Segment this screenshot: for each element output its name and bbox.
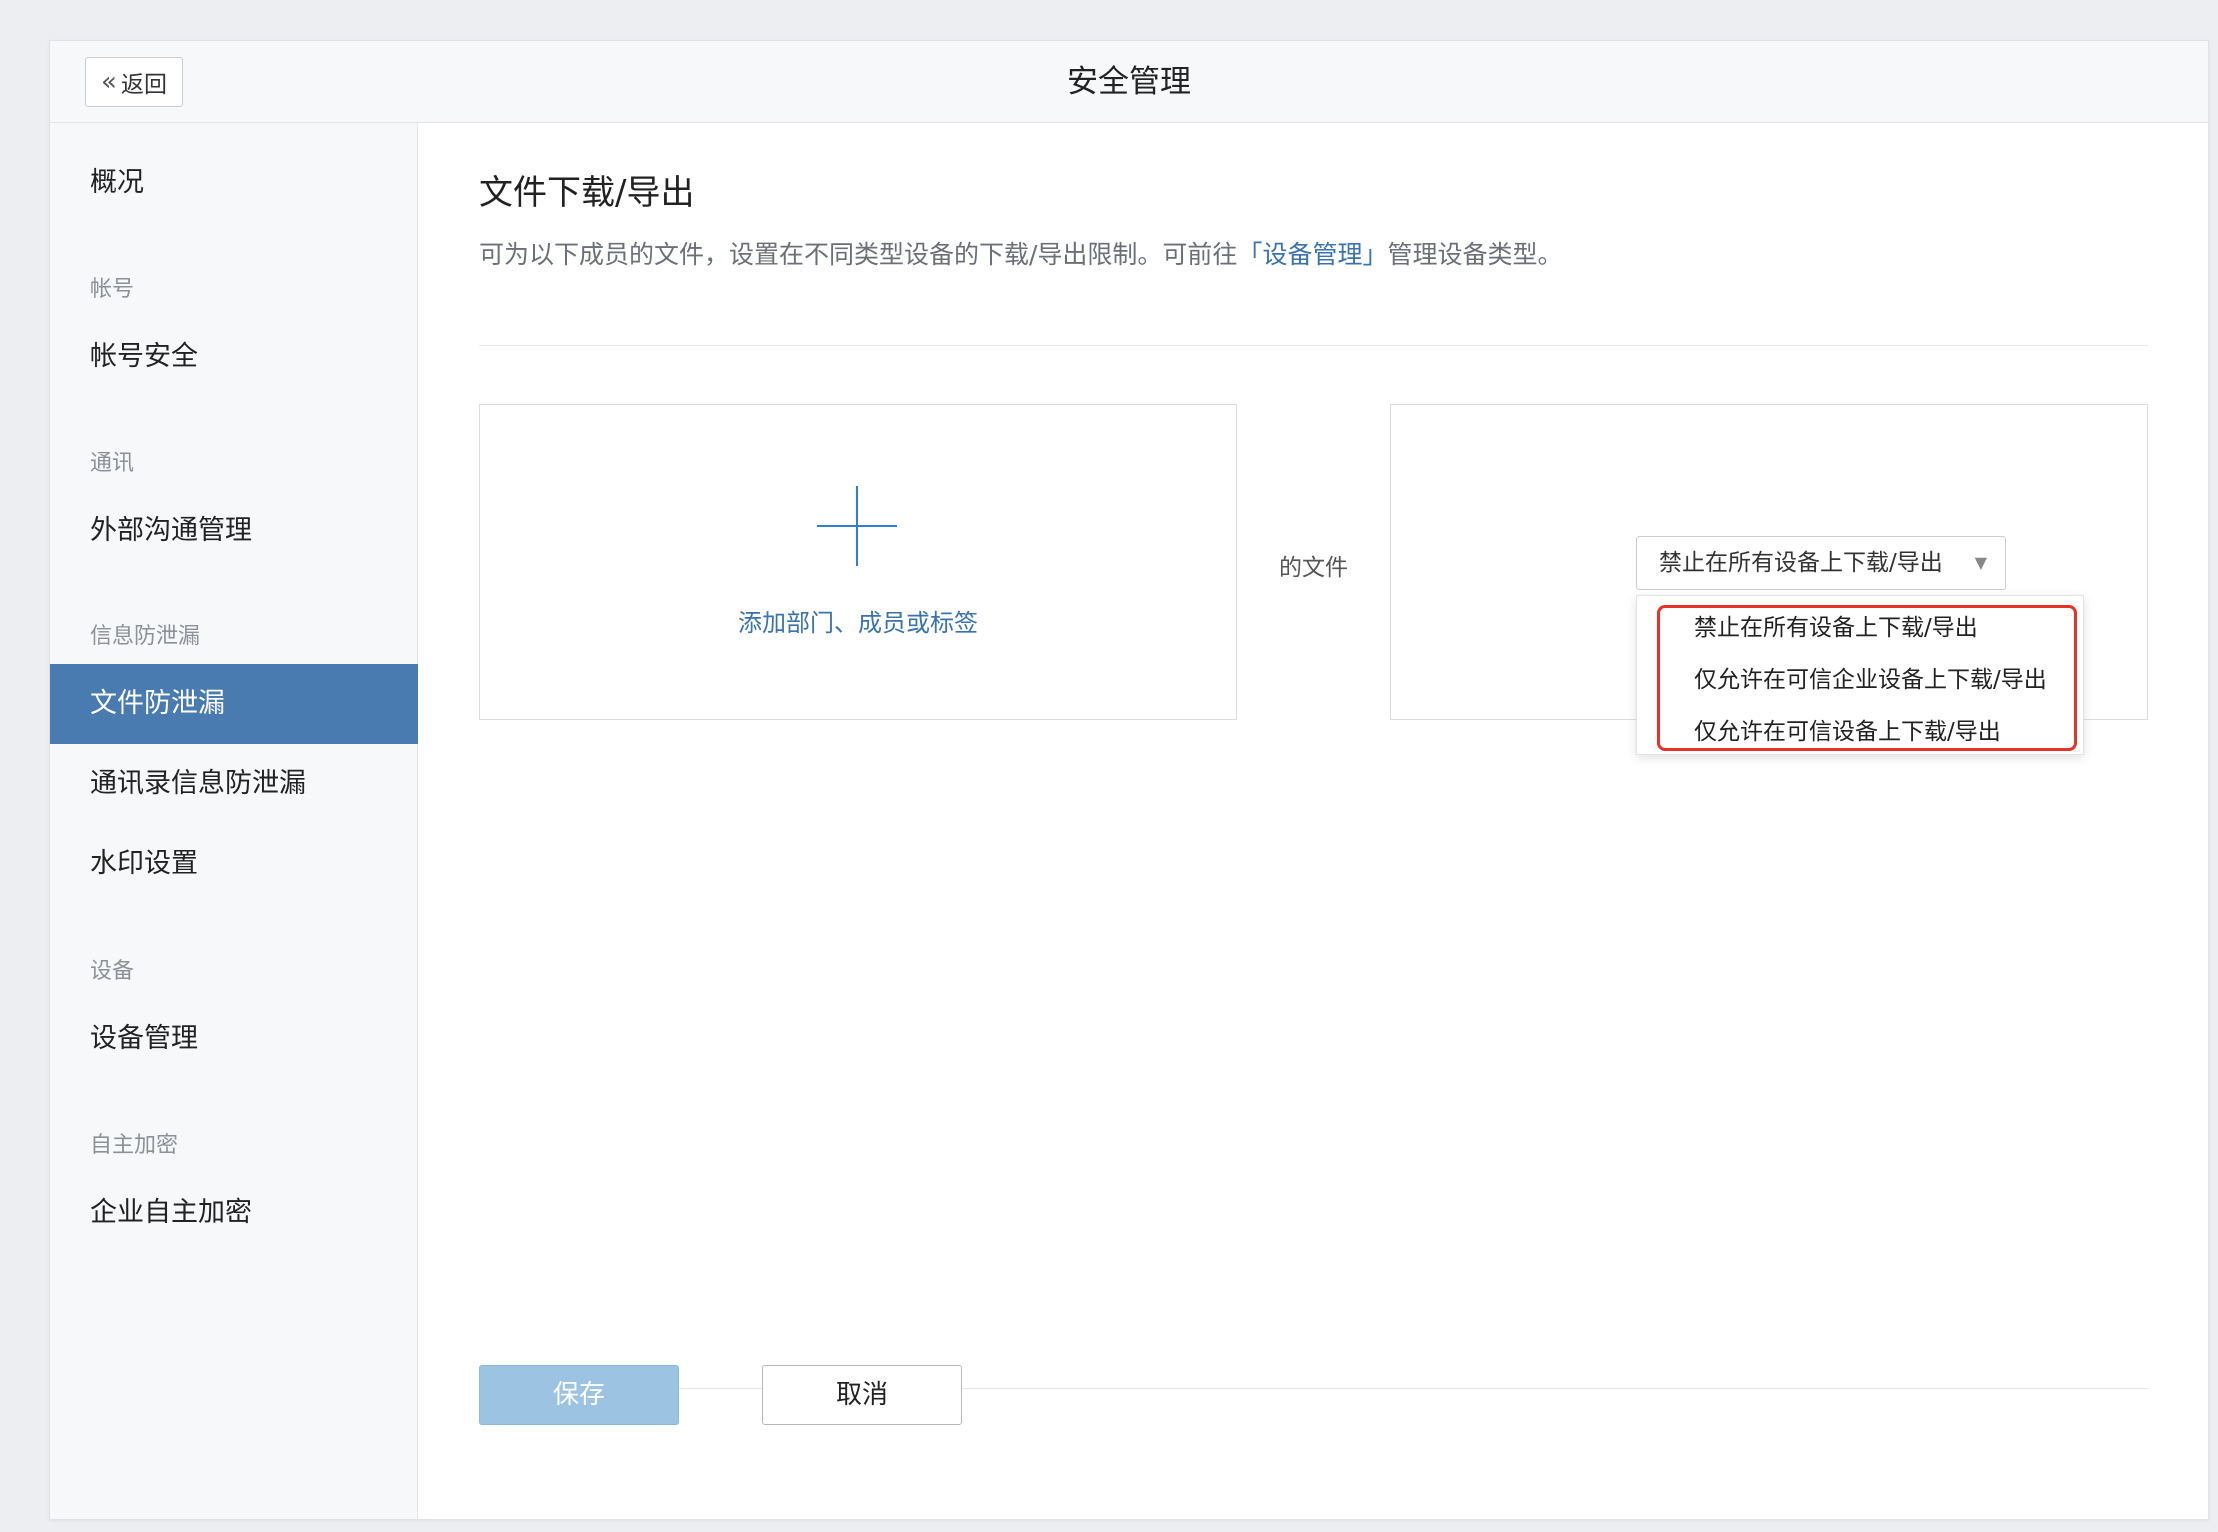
- option-trusted-devices[interactable]: 仅允许在可信设备上下载/导出: [1637, 706, 2083, 758]
- security-panel: « 返回 安全管理 概况 帐号 帐号安全 通讯 外部沟通管理 信息防泄漏 文件防…: [49, 40, 2209, 1520]
- page-title: 安全管理: [1067, 64, 1191, 100]
- add-members-box[interactable]: 添加部门、成员或标签: [479, 404, 1237, 720]
- device-management-link[interactable]: 「设备管理」: [1237, 240, 1387, 269]
- sidebar-item-contacts-leak-prevention[interactable]: 通讯录信息防泄漏: [50, 744, 418, 824]
- restriction-select-value: 禁止在所有设备上下载/导出: [1659, 550, 1943, 576]
- sidebar-item-enterprise-encryption[interactable]: 企业自主加密: [50, 1173, 418, 1253]
- cancel-button[interactable]: 取消: [762, 1365, 962, 1425]
- main-content: 文件下载/导出 可为以下成员的文件，设置在不同类型设备的下载/导出限制。可前往「…: [418, 123, 2208, 1519]
- sidebar-item-file-leak-prevention[interactable]: 文件防泄漏: [50, 664, 418, 744]
- restriction-dropdown: 禁止在所有设备上下载/导出 仅允许在可信企业设备上下载/导出 仅允许在可信设备上…: [1636, 595, 2084, 755]
- header-bar: « 返回 安全管理: [50, 41, 2208, 123]
- sidebar-item-device-management[interactable]: 设备管理: [50, 999, 418, 1079]
- sidebar-item-overview[interactable]: 概况: [50, 143, 418, 223]
- sidebar-group-account: 帐号: [90, 277, 135, 302]
- sidebar-group-device: 设备: [90, 959, 135, 984]
- option-trusted-enterprise-devices[interactable]: 仅允许在可信企业设备上下载/导出: [1637, 654, 2083, 706]
- sidebar-item-external-communication[interactable]: 外部沟通管理: [50, 491, 418, 571]
- sidebar-group-communication: 通讯: [90, 451, 135, 476]
- bottom-divider: [479, 1388, 2148, 1389]
- plus-icon: [817, 486, 897, 566]
- sidebar: 概况 帐号 帐号安全 通讯 外部沟通管理 信息防泄漏 文件防泄漏 通讯录信息防泄…: [50, 123, 418, 1519]
- sidebar-group-encryption: 自主加密: [90, 1133, 179, 1158]
- sidebar-group-leak-prevention: 信息防泄漏: [90, 624, 201, 649]
- description-suffix: 管理设备类型。: [1387, 240, 1563, 269]
- caret-down-icon: ▼: [1974, 553, 1987, 572]
- section-title: 文件下载/导出: [479, 173, 695, 213]
- option-block-all-devices[interactable]: 禁止在所有设备上下载/导出: [1637, 602, 2083, 654]
- add-members-label: 添加部门、成员或标签: [738, 609, 978, 637]
- of-files-label: 的文件: [1279, 555, 1348, 581]
- restriction-select[interactable]: 禁止在所有设备上下载/导出 ▼: [1636, 536, 2006, 590]
- description-prefix: 可为以下成员的文件，设置在不同类型设备的下载/导出限制。可前往: [479, 240, 1238, 269]
- top-divider: [479, 345, 2148, 346]
- sidebar-item-watermark-settings[interactable]: 水印设置: [50, 824, 418, 904]
- save-button[interactable]: 保存: [479, 1365, 679, 1425]
- section-description: 可为以下成员的文件，设置在不同类型设备的下载/导出限制。可前往「设备管理」管理设…: [479, 235, 1562, 271]
- sidebar-item-account-security[interactable]: 帐号安全: [50, 317, 418, 397]
